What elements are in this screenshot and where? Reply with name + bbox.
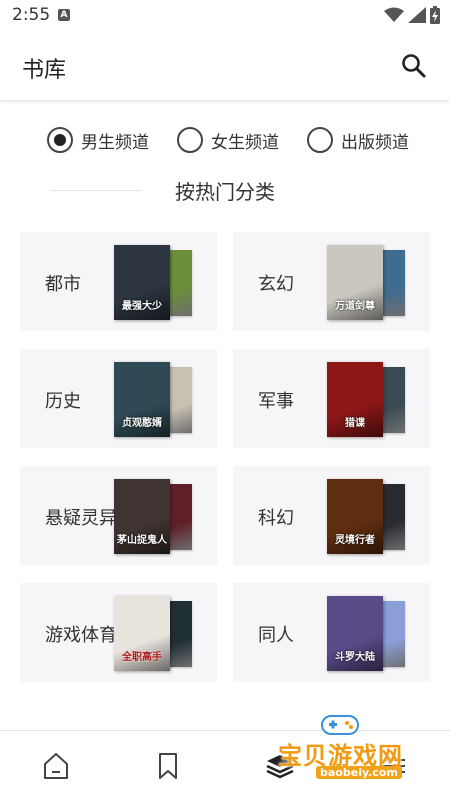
section-title: 按热门分类	[175, 180, 275, 204]
radio-male-channel[interactable]: 男生频道	[47, 122, 149, 158]
category-label: 游戏体育	[45, 625, 117, 646]
radio-female-channel[interactable]: 女生频道	[177, 122, 279, 158]
book-cover-front: 斗罗大陆	[327, 596, 383, 671]
bookmark-icon[interactable]	[151, 749, 185, 783]
radio-label: 男生频道	[81, 132, 149, 153]
book-cover-front: 贞观憨婿	[114, 362, 170, 437]
book-cover-front: 最强大少	[114, 245, 170, 320]
cover-title: 贞观憨婿	[122, 418, 162, 429]
cover-title: 茅山捉鬼人	[117, 535, 167, 546]
radio-publish-channel[interactable]: 出版频道	[307, 122, 409, 158]
watermark: 宝贝游戏网 baobeiy.com	[272, 710, 422, 790]
category-card-xuanyi[interactable]: 悬疑灵异 茅山捉鬼人	[20, 466, 217, 565]
radio-label: 女生频道	[211, 132, 279, 153]
category-card-dushi[interactable]: 都市 最强大少	[20, 232, 217, 331]
category-card-xuanhuan[interactable]: 玄幻 万道剑尊	[233, 232, 430, 331]
radio-label: 出版频道	[341, 132, 409, 153]
cover-title: 猎谍	[345, 418, 365, 429]
category-label: 同人	[258, 625, 294, 646]
category-card-junshi[interactable]: 军事 猎谍	[233, 349, 430, 448]
radio-checked-icon	[47, 127, 73, 153]
cover-title: 全职高手	[122, 652, 162, 663]
book-cover-front: 猎谍	[327, 362, 383, 437]
cover-title: 万道剑尊	[335, 301, 375, 312]
watermark-url: baobeiy.com	[316, 766, 402, 779]
channel-radio-group: 男生频道 女生频道 出版频道	[0, 122, 450, 158]
category-label: 玄幻	[258, 274, 294, 295]
cover-title: 灵境行者	[335, 535, 375, 546]
notification-icon: A	[58, 9, 70, 21]
category-label: 历史	[45, 391, 81, 412]
home-icon[interactable]	[39, 749, 73, 783]
category-label: 悬疑灵异	[45, 508, 117, 529]
status-bar: 2:55 A	[0, 0, 450, 32]
category-card-youxi[interactable]: 游戏体育 全职高手	[20, 583, 217, 682]
book-cover-front: 灵境行者	[327, 479, 383, 554]
category-label: 都市	[45, 274, 81, 295]
wifi-icon	[384, 7, 404, 22]
cover-title: 斗罗大陆	[335, 652, 375, 663]
search-icon[interactable]	[400, 52, 428, 80]
signal-icon	[408, 7, 426, 23]
category-label: 科幻	[258, 508, 294, 529]
status-time: 2:55	[12, 5, 51, 25]
radio-unchecked-icon	[177, 127, 203, 153]
category-card-kehuan[interactable]: 科幻 灵境行者	[233, 466, 430, 565]
category-card-lishi[interactable]: 历史 贞观憨婿	[20, 349, 217, 448]
gamepad-icon	[321, 715, 359, 735]
app-bar: 书库	[0, 32, 450, 100]
category-card-tongren[interactable]: 同人 斗罗大陆	[233, 583, 430, 682]
battery-icon	[430, 6, 440, 24]
book-cover-front: 茅山捉鬼人	[114, 479, 170, 554]
page-title: 书库	[22, 58, 67, 83]
cover-title: 最强大少	[122, 301, 162, 312]
category-label: 军事	[258, 391, 294, 412]
radio-unchecked-icon	[307, 127, 333, 153]
book-cover-front: 万道剑尊	[327, 245, 383, 320]
book-cover-front: 全职高手	[114, 596, 170, 671]
